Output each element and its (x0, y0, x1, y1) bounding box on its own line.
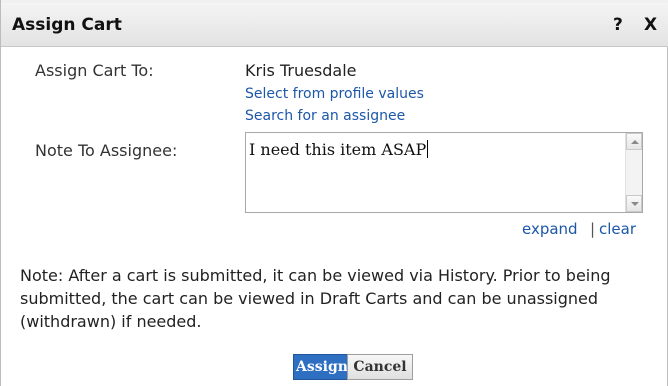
link-separator: | (590, 220, 596, 238)
info-note: Note: After a cart is submitted, it can … (20, 266, 611, 331)
textarea-content: I need this item ASAP (249, 140, 429, 159)
search-for-assignee-link[interactable]: Search for an assignee (245, 108, 405, 124)
note-to-assignee-textarea[interactable]: I need this item ASAP (245, 132, 643, 213)
select-from-profile-values-link[interactable]: Select from profile values (245, 86, 424, 102)
cancel-button[interactable]: Cancel (347, 354, 413, 380)
assign-button[interactable]: Assign (293, 354, 351, 380)
scroll-down-arrow-icon[interactable] (626, 195, 642, 212)
dialog-title: Assign Cart (12, 15, 122, 35)
assign-cart-to-label: Assign Cart To: (35, 61, 154, 80)
close-button[interactable]: X (644, 15, 657, 35)
assignee-name: Kris Truesdale (245, 61, 357, 80)
help-button[interactable]: ? (613, 15, 623, 35)
note-text: I need this item ASAP (249, 140, 427, 159)
note-to-assignee-label: Note To Assignee: (35, 141, 178, 160)
dialog-titlebar: Assign Cart ? X (1, 0, 668, 47)
clear-link[interactable]: clear (599, 220, 636, 238)
expand-link[interactable]: expand (522, 220, 578, 238)
text-caret (427, 140, 429, 158)
assign-cart-dialog: Assign Cart ? X Assign Cart To: Kris Tru… (0, 0, 668, 386)
textarea-scrollbar[interactable] (625, 133, 642, 212)
scroll-up-arrow-icon[interactable] (626, 133, 642, 150)
